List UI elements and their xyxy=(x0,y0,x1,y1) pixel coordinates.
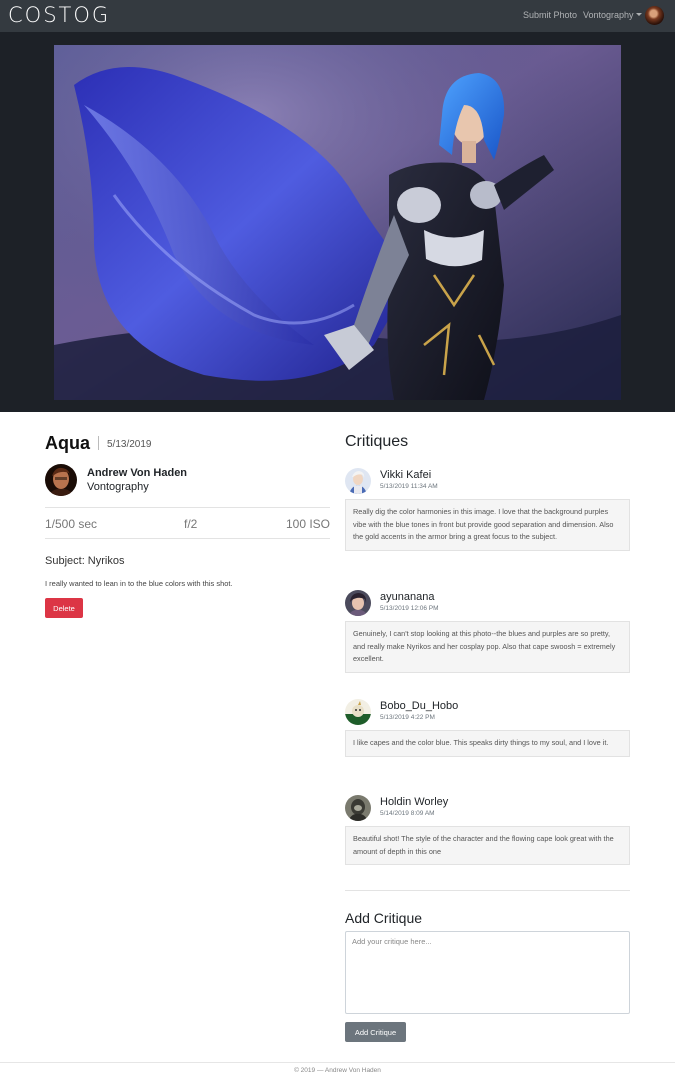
user-menu-dropdown[interactable]: Vontography xyxy=(583,10,642,20)
photo-subject: Subject: Nyrikos xyxy=(45,555,125,567)
author-name[interactable]: Andrew Von Haden xyxy=(87,467,187,479)
add-critique-heading: Add Critique xyxy=(345,910,423,926)
critic-avatar[interactable] xyxy=(345,699,371,725)
photo-title: Aqua xyxy=(45,433,90,453)
critic-avatar[interactable] xyxy=(345,795,371,821)
footer-divider xyxy=(0,1062,675,1063)
photo-title-row: Aqua 5/13/2019 xyxy=(45,433,152,454)
photo-description: I really wanted to lean in to the blue c… xyxy=(45,579,233,588)
critic-name[interactable]: ayunanana xyxy=(380,591,434,603)
hero-section xyxy=(0,32,675,412)
author-avatar[interactable] xyxy=(45,464,77,496)
critique-timestamp: 5/13/2019 11:34 AM xyxy=(380,483,438,490)
critic-avatar[interactable] xyxy=(345,590,371,616)
delete-button[interactable]: Delete xyxy=(45,598,83,618)
aperture: f/2 xyxy=(184,517,198,531)
featured-photo xyxy=(54,45,621,400)
critique-text: I like capes and the color blue. This sp… xyxy=(345,730,630,757)
critic-avatar[interactable] xyxy=(345,468,371,494)
add-critique-button[interactable]: Add Critique xyxy=(345,1022,406,1042)
critique-text: Really dig the color harmonies in this i… xyxy=(345,499,630,552)
section-divider xyxy=(345,890,630,891)
critique-timestamp: 5/13/2019 4:22 PM xyxy=(380,714,435,721)
critiques-heading: Critiques xyxy=(345,433,409,450)
user-avatar[interactable] xyxy=(645,6,664,25)
author-organization: Vontography xyxy=(87,481,149,493)
title-divider xyxy=(98,436,99,450)
critique-text: Genuinely, I can't stop looking at this … xyxy=(345,621,630,674)
navbar: COSTOG Submit Photo Vontography xyxy=(0,0,675,32)
shutter-speed: 1/500 sec xyxy=(45,517,98,531)
critique-timestamp: 5/13/2019 12:06 PM xyxy=(380,605,439,612)
iso: 100 ISO xyxy=(285,517,330,531)
critique-text: Beautiful shot! The style of the charact… xyxy=(345,826,630,866)
footer-text: © 2019 — Andrew Von Haden xyxy=(294,1067,381,1074)
critic-name[interactable]: Holdin Worley xyxy=(380,796,448,808)
critic-name[interactable]: Vikki Kafei xyxy=(380,469,431,481)
exif-info: 1/500 sec f/2 100 ISO xyxy=(45,507,330,539)
critique-input[interactable] xyxy=(345,931,630,1014)
critic-name[interactable]: Bobo_Du_Hobo xyxy=(380,700,458,712)
photo-date: 5/13/2019 xyxy=(107,439,152,450)
submit-photo-link[interactable]: Submit Photo xyxy=(523,10,577,20)
brand-logo[interactable]: COSTOG xyxy=(8,3,110,27)
critique-timestamp: 5/14/2019 8:09 AM xyxy=(380,810,435,817)
photo-image xyxy=(54,45,621,400)
user-menu-label: Vontography xyxy=(583,10,634,20)
caret-down-icon xyxy=(635,13,642,16)
